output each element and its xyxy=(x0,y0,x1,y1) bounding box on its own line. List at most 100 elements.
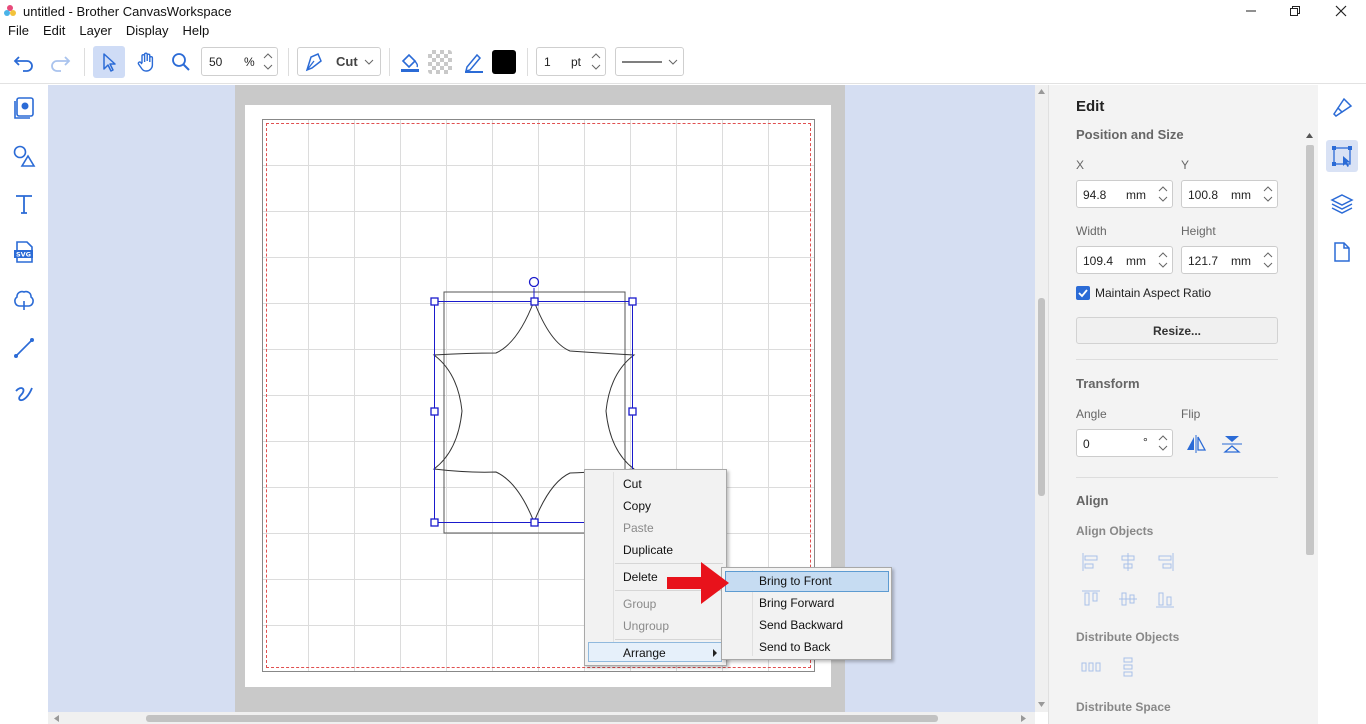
restore-button[interactable] xyxy=(1272,0,1318,22)
y-stepper-icon[interactable] xyxy=(1262,183,1274,205)
undo-icon xyxy=(13,56,33,72)
menu-display[interactable]: Display xyxy=(119,22,176,40)
panel-scroll-up-icon[interactable] xyxy=(1305,132,1314,139)
scroll-right-icon[interactable] xyxy=(1020,714,1027,723)
shapes-tool[interactable] xyxy=(8,140,40,172)
zoom-stepper-icon[interactable] xyxy=(262,50,274,73)
y-input[interactable]: 100.8 mm xyxy=(1181,180,1278,208)
angle-unit: ° xyxy=(1143,435,1148,449)
y-unit: mm xyxy=(1231,188,1251,202)
aspect-ratio-checkbox[interactable] xyxy=(1076,286,1090,300)
line-width-stepper-icon[interactable] xyxy=(590,50,602,73)
toolbar-separator xyxy=(84,48,85,76)
minimize-button[interactable] xyxy=(1228,0,1274,22)
vertical-scroll-thumb[interactable] xyxy=(1038,298,1045,496)
submenu-bring-to-front[interactable]: Bring to Front xyxy=(759,574,832,588)
align-top-icon[interactable] xyxy=(1080,588,1102,610)
flip-vertical-icon[interactable] xyxy=(1221,434,1243,454)
context-item-copy[interactable]: Copy xyxy=(623,499,651,513)
submenu-bring-forward[interactable]: Bring Forward xyxy=(759,596,834,610)
line-width-unit: pt xyxy=(571,55,582,69)
context-item-arrange[interactable]: Arrange xyxy=(623,646,666,660)
distribute-objects-label: Distribute Objects xyxy=(1076,630,1180,644)
horizontal-scroll-thumb[interactable] xyxy=(146,715,938,722)
layers-panel-tab[interactable] xyxy=(1326,188,1358,220)
line-tool[interactable] xyxy=(8,332,40,364)
projects-icon xyxy=(14,97,34,119)
menu-bar: File Edit Layer Display Help xyxy=(0,22,1366,40)
width-input[interactable]: 109.4 mm xyxy=(1076,246,1173,274)
page-panel-tab[interactable] xyxy=(1326,236,1358,268)
select-tool-button[interactable] xyxy=(93,46,125,78)
cloud-shape-icon xyxy=(14,290,34,310)
line-mode-label: Cut xyxy=(336,54,358,69)
menu-file[interactable]: File xyxy=(0,22,36,40)
align-bottom-icon[interactable] xyxy=(1154,588,1176,610)
scroll-down-icon[interactable] xyxy=(1037,701,1046,708)
section-divider xyxy=(1076,477,1278,478)
fill-color-button[interactable] xyxy=(395,46,425,78)
resize-button[interactable]: Resize... xyxy=(1076,317,1278,344)
align-middle-icon[interactable] xyxy=(1117,588,1139,610)
align-left-icon[interactable] xyxy=(1080,551,1102,573)
zoom-unit: % xyxy=(244,55,255,69)
freehand-curve-icon xyxy=(15,387,33,402)
context-item-delete[interactable]: Delete xyxy=(623,570,658,584)
fill-swatch[interactable] xyxy=(426,46,454,78)
angle-input[interactable]: 0 ° xyxy=(1076,429,1173,457)
distribute-horizontal-icon[interactable] xyxy=(1080,656,1102,678)
canvas-horizontal-scrollbar[interactable] xyxy=(48,712,1035,724)
left-toolbar: SVG xyxy=(0,85,48,724)
redo-button[interactable] xyxy=(44,46,76,78)
height-label: Height xyxy=(1181,224,1216,238)
svg-import-tool[interactable]: SVG xyxy=(8,236,40,268)
scroll-up-icon[interactable] xyxy=(1037,88,1046,95)
magnifier-icon xyxy=(172,53,190,71)
scroll-left-icon[interactable] xyxy=(53,714,60,723)
trace-tool[interactable] xyxy=(8,284,40,316)
align-center-icon[interactable] xyxy=(1117,551,1139,573)
panel-scroll-thumb[interactable] xyxy=(1306,145,1314,555)
height-input[interactable]: 121.7 mm xyxy=(1181,246,1278,274)
line-style-dropdown[interactable] xyxy=(615,47,684,76)
submenu-send-backward[interactable]: Send Backward xyxy=(759,618,843,632)
projects-tool[interactable] xyxy=(8,92,40,124)
zoom-tool-button[interactable] xyxy=(165,46,197,78)
paint-panel-tab[interactable] xyxy=(1326,92,1358,124)
pan-tool-button[interactable] xyxy=(130,46,162,78)
x-stepper-icon[interactable] xyxy=(1157,183,1169,205)
edit-panel-tab[interactable] xyxy=(1326,140,1358,172)
submenu-send-to-back[interactable]: Send to Back xyxy=(759,640,830,654)
hand-icon xyxy=(137,52,154,72)
red-arrow-icon xyxy=(667,562,729,604)
toolbar-separator xyxy=(389,48,390,76)
width-stepper-icon[interactable] xyxy=(1157,249,1169,271)
context-item-duplicate[interactable]: Duplicate xyxy=(623,543,673,557)
context-item-cut[interactable]: Cut xyxy=(623,477,642,491)
menu-layer[interactable]: Layer xyxy=(72,22,119,40)
rotate-handle[interactable] xyxy=(528,276,540,288)
text-icon xyxy=(16,195,32,214)
stroke-color-button[interactable] xyxy=(459,46,489,78)
x-input[interactable]: 94.8 mm xyxy=(1076,180,1173,208)
text-tool[interactable] xyxy=(8,188,40,220)
distribute-vertical-icon[interactable] xyxy=(1117,656,1139,678)
angle-stepper-icon[interactable] xyxy=(1157,432,1169,454)
close-button[interactable] xyxy=(1318,0,1364,22)
title-bar: untitled - Brother CanvasWorkspace xyxy=(0,0,1366,22)
menu-help[interactable]: Help xyxy=(176,22,217,40)
canvas-vertical-scrollbar[interactable] xyxy=(1035,85,1048,712)
undo-button[interactable] xyxy=(8,46,40,78)
line-mode-dropdown[interactable]: Cut xyxy=(297,47,381,76)
height-stepper-icon[interactable] xyxy=(1262,249,1274,271)
solid-line-icon xyxy=(622,61,662,63)
zoom-input[interactable]: 50 % xyxy=(201,47,278,76)
menu-edit[interactable]: Edit xyxy=(36,22,72,40)
line-width-input[interactable]: 1 pt xyxy=(536,47,606,76)
stroke-swatch[interactable] xyxy=(490,46,518,78)
flip-horizontal-icon[interactable] xyxy=(1185,434,1207,454)
freehand-tool[interactable] xyxy=(8,380,40,412)
layers-icon xyxy=(1330,194,1354,214)
align-right-icon[interactable] xyxy=(1154,551,1176,573)
zoom-value: 50 xyxy=(209,55,223,69)
